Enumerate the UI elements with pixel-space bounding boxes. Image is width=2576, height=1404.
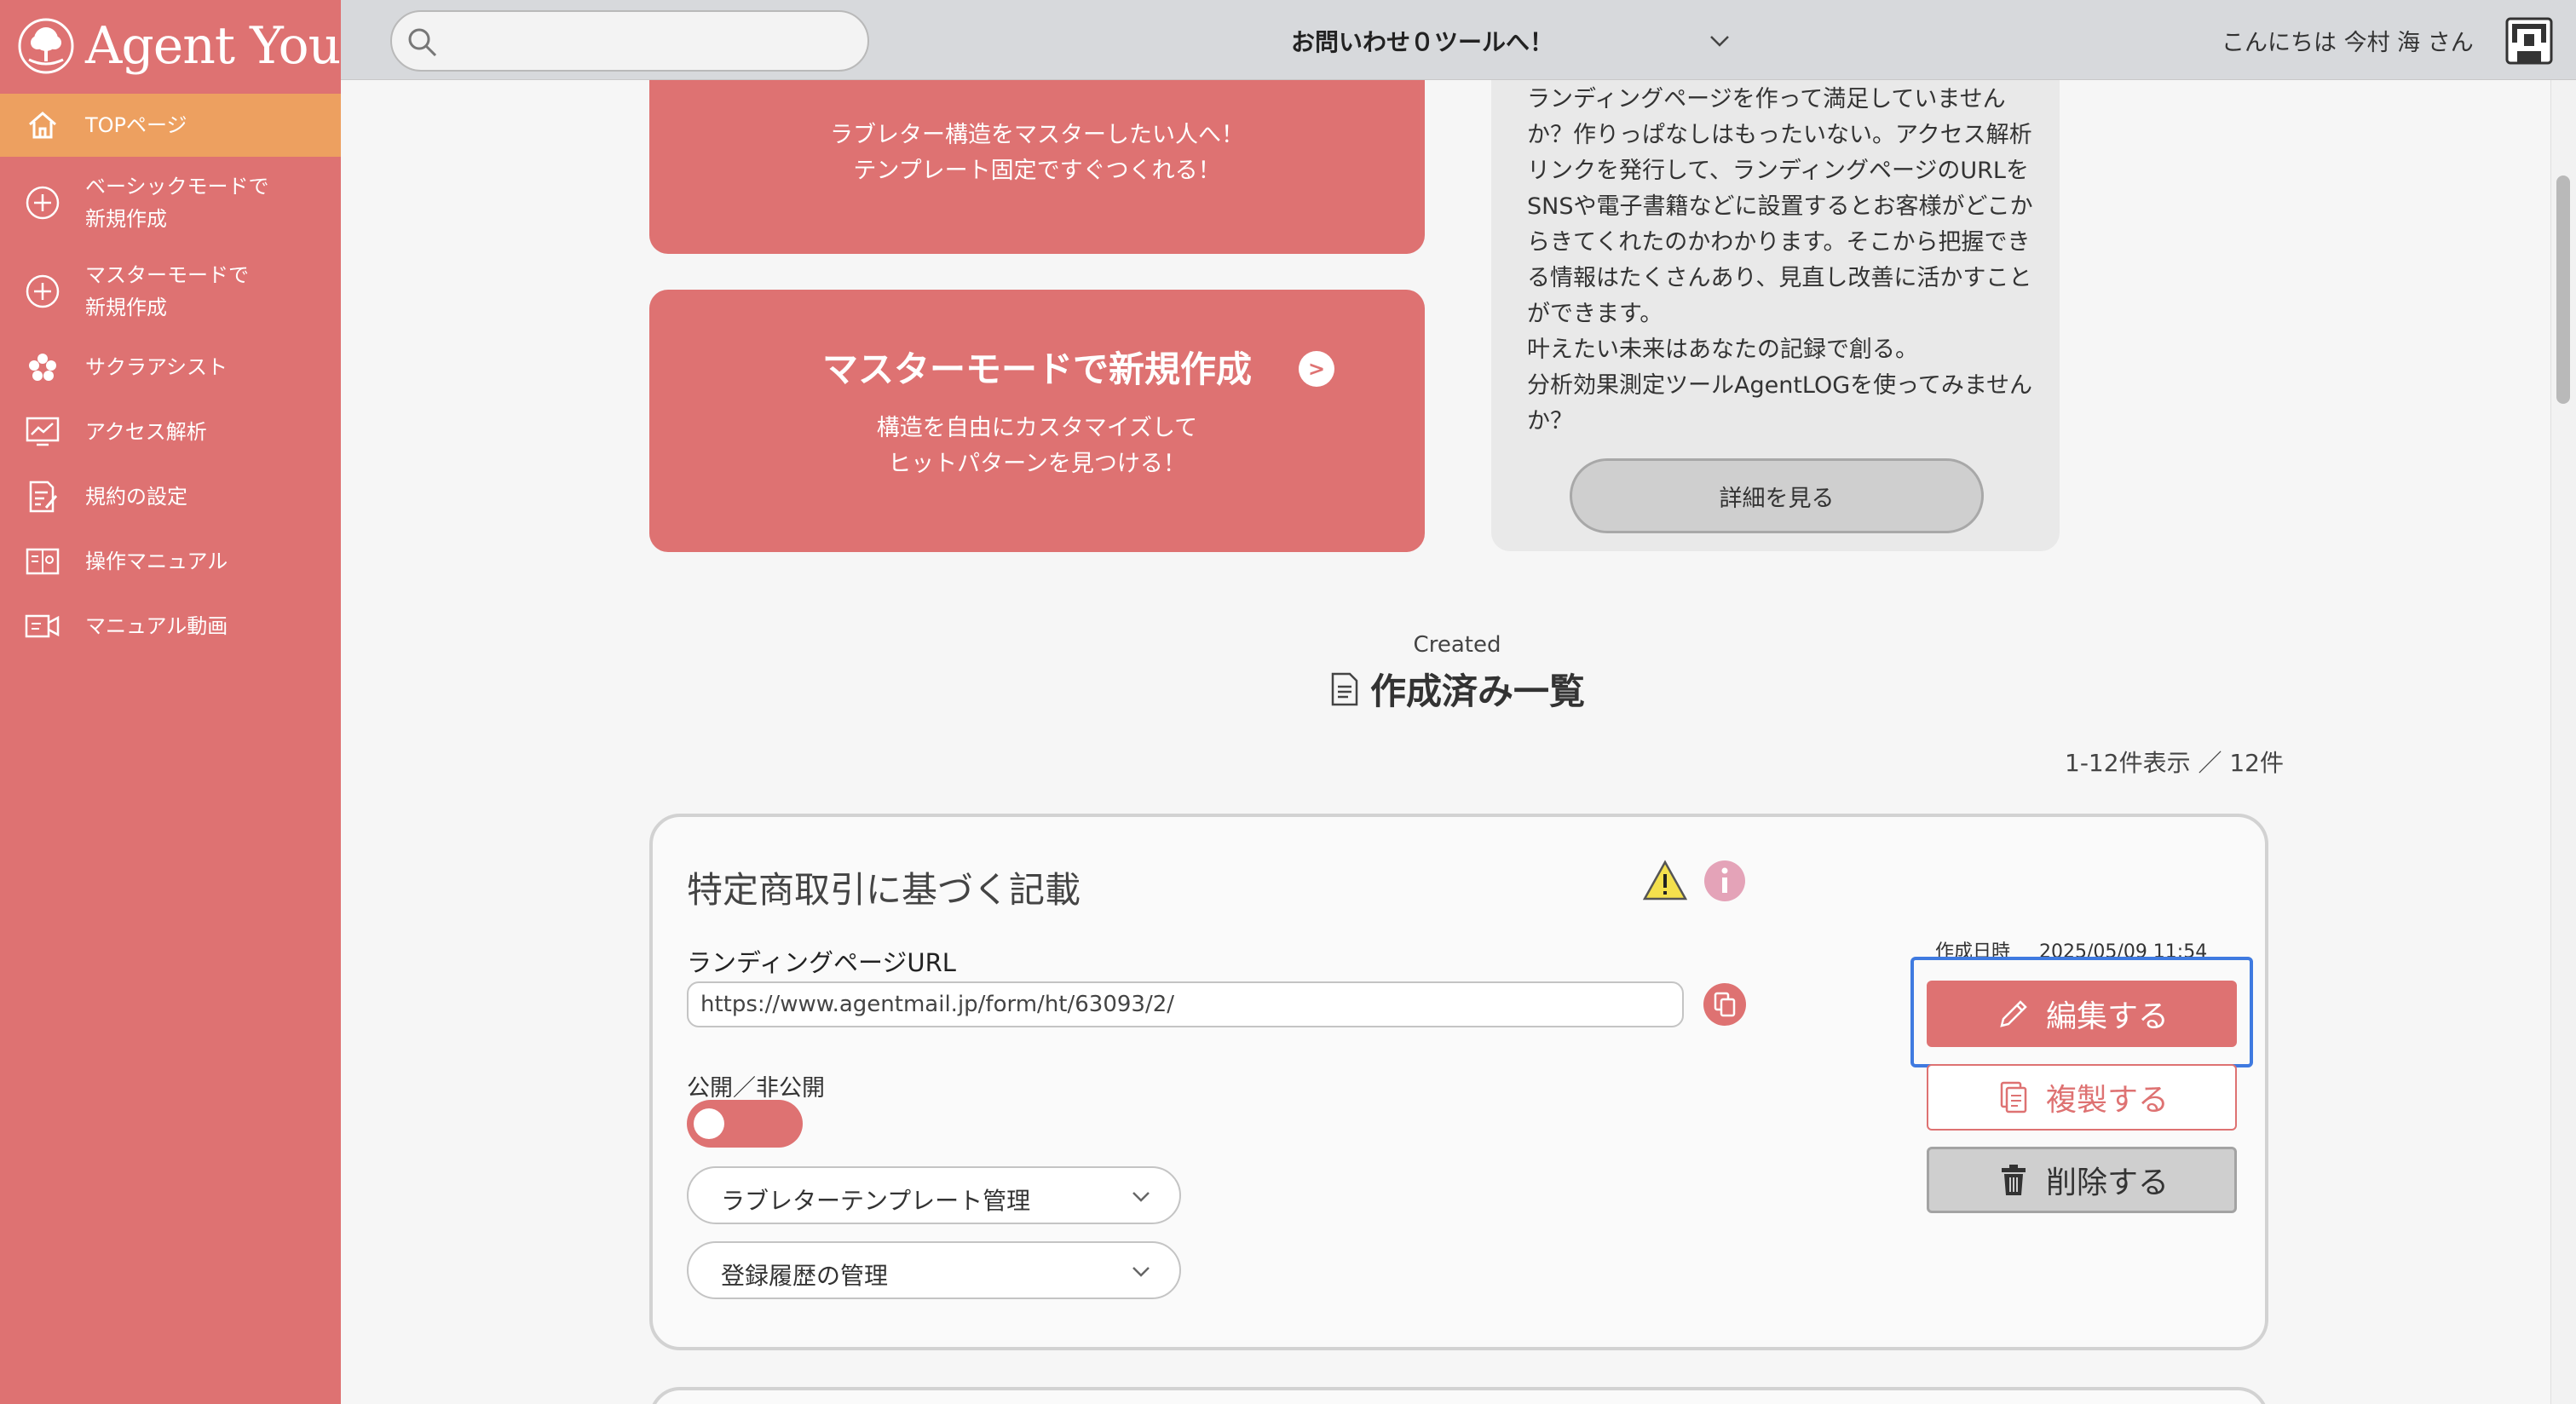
master-mode-card[interactable]: マスターモードで新規作成 > 構造を自由にカスタマイズして ヒットパターンを見つ…: [649, 290, 1425, 552]
pencil-icon: [2000, 1000, 2027, 1027]
created-item-card: 特定商取引に基づく記載 ランディングページURL 公開／非公開 ラブレターテンプ…: [649, 814, 2268, 1350]
logo-text: Agent You: [85, 16, 341, 76]
duplicate-button[interactable]: 複製する: [1927, 1064, 2237, 1131]
master-mode-card-subtitle: 構造を自由にカスタマイズして ヒットパターンを見つける！: [876, 415, 1198, 477]
sidebar-item-label: マニュアル動画: [85, 614, 228, 638]
history-management-label: 登録履歴の管理: [721, 1262, 889, 1290]
top-bar: お問いわせ０ツールへ！ こんにちは 今村 海 さん: [341, 0, 2576, 80]
chevron-down-icon: [1132, 1267, 1150, 1277]
search-box[interactable]: [390, 10, 869, 72]
scrollbar[interactable]: [2550, 80, 2576, 1404]
list-count: 1-12件表示 ／ 12件: [2065, 749, 2284, 777]
sidebar-item-master-new[interactable]: マスターモードで 新規作成: [0, 257, 341, 325]
home-icon: [24, 106, 61, 144]
sidebar-item-top[interactable]: TOPページ: [0, 94, 341, 157]
inquiry-tool-select[interactable]: お問いわせ０ツールへ！: [1291, 24, 1553, 58]
history-management-select[interactable]: 登録履歴の管理: [687, 1241, 1181, 1299]
copy-url-icon[interactable]: [1703, 982, 1747, 1027]
sidebar-item-label: サクラアシスト: [85, 355, 228, 379]
search-icon: [408, 28, 437, 57]
landing-page-url-field[interactable]: [687, 981, 1684, 1027]
sidebar-item-label: アクセス解析: [85, 420, 207, 444]
sidebar-item-label: 規約の設定: [85, 485, 187, 509]
sidebar-item-label: ベーシックモードで 新規作成: [85, 175, 269, 231]
user-greeting: こんにちは 今村 海 さん: [2222, 30, 2474, 56]
sakura-icon: [24, 348, 61, 386]
sidebar-item-sakura-assist[interactable]: サクラアシスト: [0, 349, 341, 385]
logo[interactable]: Agent You: [17, 12, 341, 80]
user-avatar-icon[interactable]: [2505, 17, 2553, 65]
edit-button[interactable]: 編集する: [1927, 981, 2237, 1047]
plus-circle-icon: [24, 184, 61, 222]
sidebar-item-label: 操作マニュアル: [85, 550, 228, 573]
sidebar-item-manual[interactable]: 操作マニュアル: [0, 544, 341, 579]
public-toggle-label: 公開／非公開: [687, 1075, 825, 1102]
manual-icon: [24, 543, 61, 580]
sidebar-item-basic-new[interactable]: ベーシックモードで 新規作成: [0, 169, 341, 237]
duplicate-icon: [2000, 1081, 2027, 1113]
sidebar-item-access-analytics[interactable]: アクセス解析: [0, 414, 341, 450]
basic-mode-card-subtitle: ラブレター構造をマスターしたい人へ！ テンプレート固定ですぐつくれる！: [830, 122, 1244, 184]
toggle-knob: [694, 1108, 724, 1139]
trash-icon: [2001, 1165, 2026, 1195]
video-icon: [24, 607, 61, 645]
chevron-down-icon[interactable]: [1704, 26, 1735, 56]
details-button[interactable]: 詳細を見る: [1570, 458, 1984, 533]
warning-icon[interactable]: [1643, 860, 1687, 902]
basic-mode-card[interactable]: ラブレター構造をマスターしたい人へ！ テンプレート固定ですぐつくれる！: [649, 80, 1425, 254]
sidebar-item-label: マスターモードで 新規作成: [85, 263, 249, 319]
edit-button-label: 編集する: [2045, 999, 2169, 1034]
chevron-down-icon: [1132, 1192, 1150, 1202]
scrollbar-thumb[interactable]: [2556, 176, 2570, 404]
duplicate-button-label: 複製する: [2045, 1083, 2169, 1118]
template-management-select[interactable]: ラブレターテンプレート管理: [687, 1166, 1181, 1224]
section-header: 作成済み一覧: [1244, 663, 1670, 715]
document-edit-icon: [24, 478, 61, 515]
agentlog-info-card: ランディングページを作って満足していませんか？作りっぱなしはもったいない。アクセ…: [1491, 80, 2060, 551]
section-title: 作成済み一覧: [1369, 670, 1585, 712]
agentlog-info-text: ランディングページを作って満足していませんか？作りっぱなしはもったいない。アクセ…: [1527, 86, 2033, 434]
section-label-en: Created: [1413, 632, 1501, 658]
analytics-icon: [24, 413, 61, 451]
sidebar-item-manual-video[interactable]: マニュアル動画: [0, 608, 341, 644]
sidebar-item-label: TOPページ: [85, 113, 187, 137]
item-title: 特定商取引に基づく記載: [687, 869, 1081, 911]
search-input[interactable]: [452, 20, 852, 61]
arrow-right-icon: >: [1299, 351, 1334, 387]
next-item-card: [649, 1387, 2268, 1404]
delete-button[interactable]: 削除する: [1927, 1147, 2237, 1213]
logo-tree-icon: [18, 18, 74, 74]
info-icon[interactable]: [1703, 860, 1746, 902]
template-management-label: ラブレターテンプレート管理: [721, 1187, 1031, 1215]
sidebar-item-terms-settings[interactable]: 規約の設定: [0, 479, 341, 515]
public-toggle[interactable]: [687, 1100, 803, 1148]
plus-circle-icon: [24, 273, 61, 310]
document-list-icon: [1331, 672, 1358, 705]
delete-button-label: 削除する: [2045, 1165, 2169, 1200]
url-label: ランディングページURL: [687, 948, 956, 977]
sidebar: Agent You TOPページ ベーシックモードで 新規作成 マスターモードで…: [0, 0, 341, 1404]
